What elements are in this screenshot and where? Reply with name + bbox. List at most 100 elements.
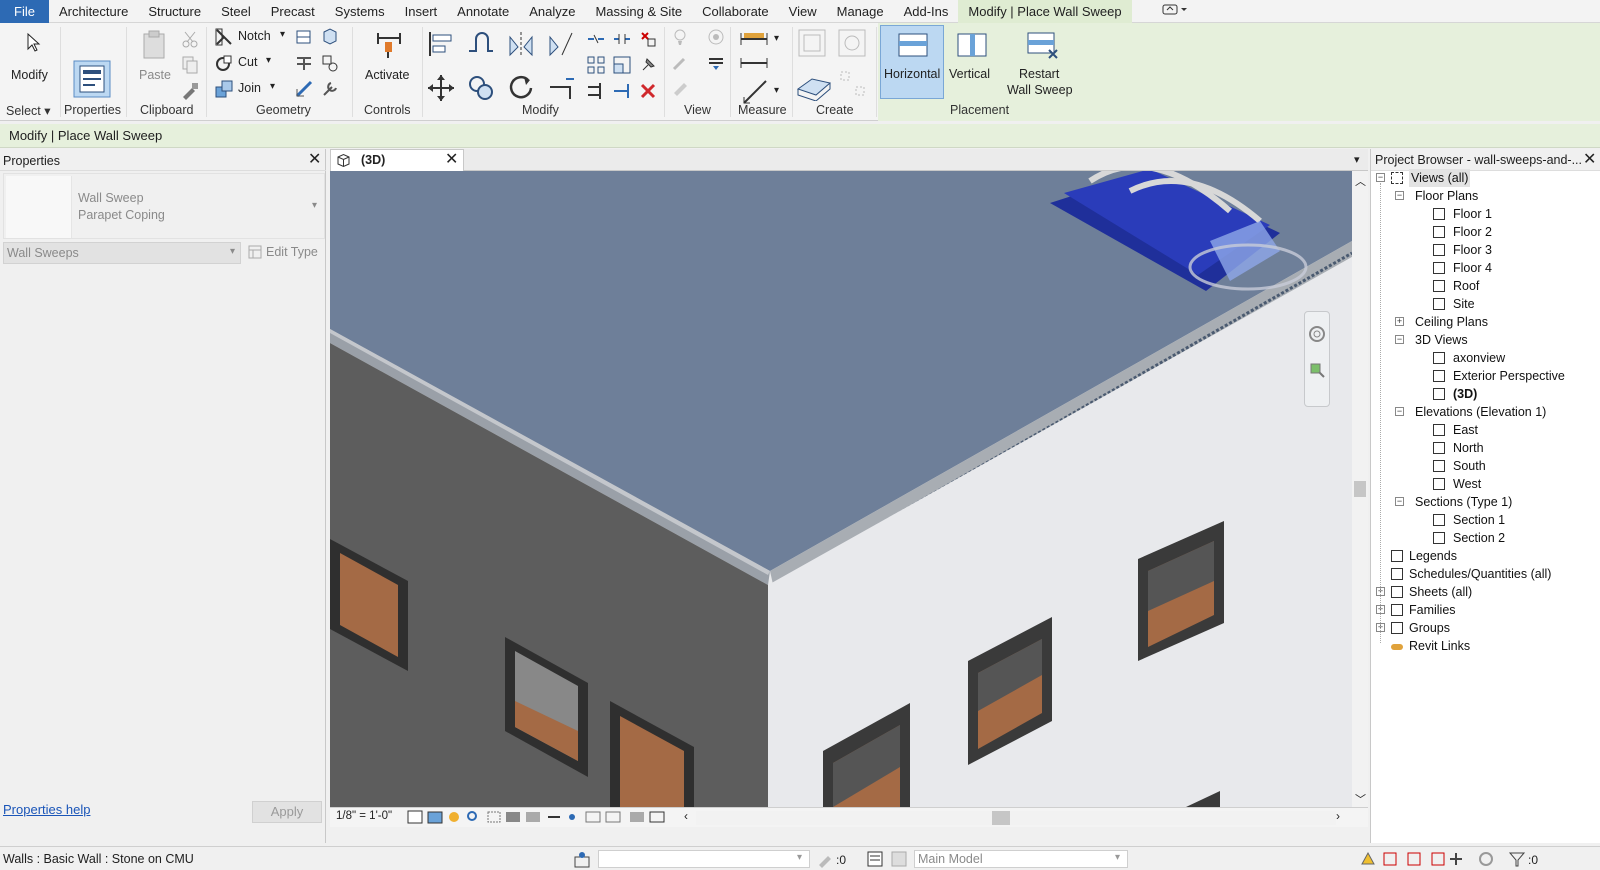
- tree-section-item[interactable]: Section 1: [1453, 511, 1505, 529]
- create-parts-icon[interactable]: [836, 27, 868, 59]
- show-hidden-icon[interactable]: [670, 79, 690, 99]
- properties-help-link[interactable]: Properties help: [3, 802, 90, 817]
- tree-3d-views[interactable]: 3D Views: [1415, 331, 1468, 349]
- delete-icon[interactable]: [638, 81, 658, 101]
- rotate-icon[interactable]: [506, 73, 536, 103]
- panel-properties[interactable]: Properties: [64, 103, 121, 117]
- cut-geometry-button[interactable]: Cut ▾: [214, 53, 290, 73]
- activate-button[interactable]: Activate: [360, 25, 416, 95]
- tab-precast[interactable]: Precast: [261, 0, 325, 23]
- split-element-icon[interactable]: [586, 29, 606, 49]
- restart-wall-sweep-button[interactable]: Restart Wall Sweep: [1002, 25, 1078, 99]
- chevron-down-icon[interactable]: ▾: [774, 85, 779, 96]
- tree-groups[interactable]: Groups: [1409, 619, 1450, 637]
- wrench-icon[interactable]: [320, 79, 340, 99]
- match-properties-icon[interactable]: [180, 81, 200, 101]
- array-icon[interactable]: [586, 55, 606, 75]
- tree-elevation-item[interactable]: West: [1453, 475, 1481, 493]
- trim-single-icon[interactable]: [612, 81, 632, 101]
- tree-elevations[interactable]: Elevations (Elevation 1): [1415, 403, 1546, 421]
- trim-multiple-icon[interactable]: [586, 81, 606, 101]
- create-similar-icon[interactable]: [796, 69, 832, 101]
- tab-manage[interactable]: Manage: [827, 0, 894, 23]
- tab-massing-site[interactable]: Massing & Site: [585, 0, 692, 23]
- scroll-down-icon[interactable]: ﹀: [1355, 791, 1366, 807]
- cut-scissors-icon[interactable]: [180, 29, 200, 49]
- tree-3d-view-item[interactable]: Exterior Perspective: [1453, 367, 1565, 385]
- collapse-icon[interactable]: −: [1395, 407, 1404, 416]
- collapse-icon[interactable]: −: [1376, 173, 1385, 182]
- properties-button[interactable]: [72, 59, 112, 99]
- view-tab-3d[interactable]: (3D) ✕: [330, 149, 464, 171]
- panel-modify[interactable]: Modify: [522, 103, 559, 117]
- paint-brush-icon[interactable]: [670, 53, 690, 73]
- apply-button[interactable]: Apply: [252, 801, 322, 823]
- panel-create[interactable]: Create: [816, 103, 854, 117]
- tree-floor-plan-item[interactable]: Floor 3: [1453, 241, 1492, 259]
- tree-ceiling-plans[interactable]: Ceiling Plans: [1415, 313, 1488, 331]
- instance-filter-dropdown[interactable]: Wall Sweeps ▾: [3, 242, 241, 264]
- tab-architecture[interactable]: Architecture: [49, 0, 138, 23]
- tab-modify-place-wall-sweep[interactable]: Modify | Place Wall Sweep: [958, 0, 1132, 23]
- paint-icon[interactable]: [320, 27, 340, 47]
- design-option-set-icon[interactable]: [890, 850, 908, 868]
- filter-funnel-icon[interactable]: [1508, 850, 1526, 868]
- tree-sheets[interactable]: Sheets (all): [1409, 583, 1472, 601]
- trim-extend-icon[interactable]: [546, 73, 576, 103]
- view-tab-close-icon[interactable]: ✕: [445, 152, 458, 168]
- shape-handles-icon[interactable]: [320, 53, 340, 73]
- 3d-model-canvas[interactable]: [330, 171, 1352, 814]
- split-face-icon[interactable]: [294, 27, 314, 47]
- mirror-draw-axis-icon[interactable]: [546, 29, 576, 59]
- tab-collaborate[interactable]: Collaborate: [692, 0, 779, 23]
- scroll-right-icon[interactable]: ›: [1336, 809, 1340, 823]
- vertical-scroll-thumb[interactable]: [1354, 481, 1366, 497]
- tab-insert[interactable]: Insert: [395, 0, 448, 23]
- measure-between-references-icon[interactable]: [738, 29, 770, 49]
- scroll-left-icon[interactable]: ‹: [684, 809, 688, 823]
- override-graphics-icon[interactable]: [670, 27, 690, 47]
- view-control-icons[interactable]: [406, 809, 696, 825]
- panel-measure[interactable]: Measure: [738, 103, 787, 117]
- horizontal-button[interactable]: Horizontal: [880, 25, 944, 99]
- tree-elevation-item[interactable]: North: [1453, 439, 1484, 457]
- pin-icon[interactable]: [638, 55, 658, 75]
- create-assembly-icon[interactable]: [796, 27, 828, 59]
- zoom-region-icon[interactable]: [1308, 361, 1326, 379]
- tab-systems[interactable]: Systems: [325, 0, 395, 23]
- collapse-icon[interactable]: −: [1395, 191, 1404, 200]
- view-scale-selector[interactable]: 1/8" = 1'-0": [336, 810, 392, 822]
- panel-placement[interactable]: Placement: [950, 103, 1009, 117]
- copy-icon[interactable]: [180, 55, 200, 75]
- tree-floor-plan-item[interactable]: Site: [1453, 295, 1475, 313]
- tree-floor-plan-item[interactable]: Floor 4: [1453, 259, 1492, 277]
- chevron-down-icon[interactable]: ▾: [774, 33, 779, 44]
- unpin-icon[interactable]: [638, 29, 658, 49]
- design-option-dropdown[interactable]: Main Model ▾: [914, 850, 1128, 868]
- tab-view[interactable]: View: [779, 0, 827, 23]
- tree-section-item[interactable]: Section 2: [1453, 529, 1505, 547]
- panel-select[interactable]: Select ▾: [6, 103, 51, 118]
- editable-only-icon[interactable]: [816, 850, 834, 868]
- steering-wheel-icon[interactable]: [1308, 325, 1326, 343]
- copy-element-icon[interactable]: [466, 73, 496, 103]
- notch-button[interactable]: Notch ▾: [214, 27, 290, 47]
- type-selector[interactable]: Wall Sweep Parapet Coping ▾: [3, 173, 325, 239]
- horizontal-scrollbar[interactable]: [696, 811, 1336, 825]
- tree-floor-plan-item[interactable]: Roof: [1453, 277, 1479, 295]
- tab-file[interactable]: File: [0, 0, 49, 23]
- wall-joins-icon[interactable]: [294, 53, 314, 73]
- create-group-icon[interactable]: [838, 69, 868, 99]
- tree-3d-view-item[interactable]: (3D): [1453, 385, 1477, 403]
- tree-elevation-item[interactable]: East: [1453, 421, 1478, 439]
- workset-dropdown[interactable]: ▾: [598, 850, 810, 868]
- tab-structure[interactable]: Structure: [138, 0, 211, 23]
- thin-lines-icon[interactable]: [706, 53, 726, 73]
- tree-families[interactable]: Families: [1409, 601, 1456, 619]
- scroll-up-icon[interactable]: ︿: [1355, 173, 1366, 189]
- tab-add-ins[interactable]: Add-Ins: [894, 0, 959, 23]
- selection-filter-icons[interactable]: [1360, 850, 1510, 868]
- tree-schedules[interactable]: Schedules/Quantities (all): [1409, 565, 1551, 583]
- ribbon-toggle-button[interactable]: [1152, 0, 1198, 23]
- split-with-gap-icon[interactable]: [612, 29, 632, 49]
